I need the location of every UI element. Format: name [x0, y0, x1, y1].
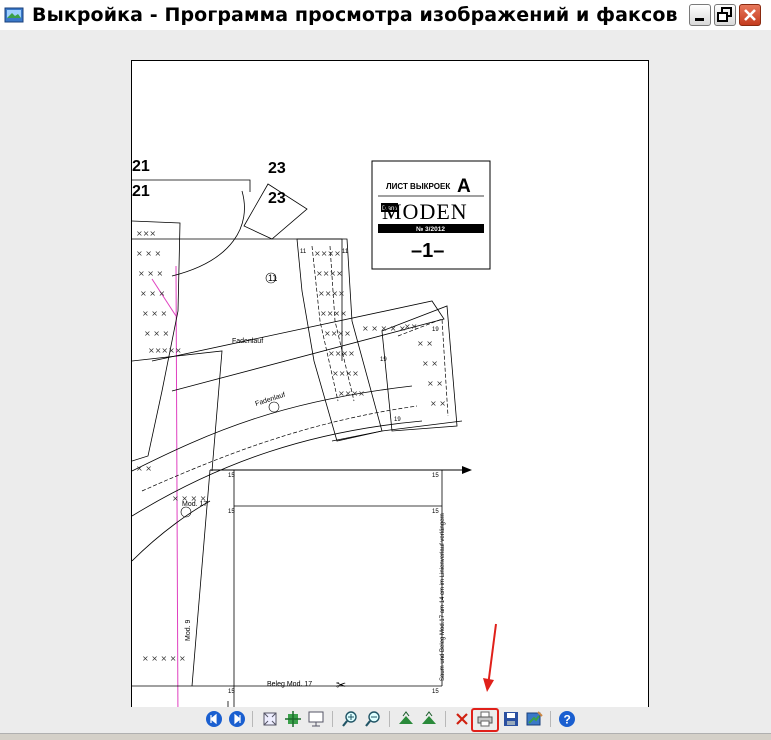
- delete-icon: [456, 713, 468, 725]
- zoom-in-button[interactable]: [341, 710, 359, 728]
- svg-text:× × ×: × × ×: [138, 269, 163, 278]
- marker-circle: [268, 401, 280, 413]
- grainline-label: Fadenlauf: [254, 392, 286, 408]
- svg-text:××××: ××××: [338, 389, 365, 398]
- zoom-in-icon: [342, 711, 357, 727]
- close-icon: [744, 9, 756, 21]
- edit-icon: [526, 711, 543, 726]
- svg-text:× × ×: × × ×: [136, 249, 161, 258]
- minimize-icon: [695, 18, 704, 21]
- instruction-label: Saum und Beleg Mod.17 am 14 cm im Linien…: [440, 513, 446, 681]
- viewer-toolbar: ?: [0, 707, 771, 733]
- svg-text:× × ×: × × ×: [144, 329, 169, 338]
- svg-text:×××: ×××: [136, 229, 156, 238]
- maximize-button[interactable]: [714, 4, 736, 26]
- svg-text:× ×: × ×: [136, 464, 152, 473]
- save-icon: [504, 712, 518, 726]
- previous-image-button[interactable]: [205, 710, 223, 728]
- svg-text:× ×: × ×: [427, 379, 443, 388]
- svg-text:××××: ××××: [314, 249, 341, 258]
- model-label: Mod. 9: [185, 619, 192, 641]
- window-title: Выкройка - Программа просмотра изображен…: [32, 4, 678, 26]
- svg-text:11: 11: [300, 249, 307, 255]
- brand-logo: MODEN: [382, 199, 468, 224]
- sheet-label: ЛИСТ ВЫКРОЕК: [386, 182, 450, 191]
- arrow-right-icon: [229, 711, 245, 727]
- piece-number: 21: [132, 158, 150, 175]
- svg-text:15: 15: [228, 509, 235, 515]
- restore-icon: [717, 7, 732, 22]
- svg-text:× ×: × ×: [417, 339, 433, 348]
- pattern-line: [132, 500, 211, 562]
- image-viewer-app-icon: [4, 7, 24, 23]
- close-button[interactable]: [739, 4, 761, 26]
- next-image-button[interactable]: [228, 710, 246, 728]
- svg-text:××××: ××××: [332, 369, 359, 378]
- svg-text:15: 15: [228, 473, 235, 479]
- sheet-number: –1–: [411, 240, 444, 262]
- pattern-piece: [151, 300, 445, 392]
- printer-icon: [477, 711, 493, 727]
- rotate-counterclockwise-icon: [422, 711, 436, 724]
- svg-text:19: 19: [380, 357, 387, 363]
- svg-text:15: 15: [432, 473, 439, 479]
- piece-number: 23: [268, 190, 286, 207]
- cross-marks: ×××××××××××× ×××××××××××× ×××××××× ×××× …: [136, 229, 446, 663]
- arrow-head: [462, 466, 472, 474]
- svg-text:15: 15: [432, 509, 439, 515]
- svg-text:× × ×: × × ×: [140, 289, 165, 298]
- svg-text:× ×: × ×: [422, 359, 438, 368]
- piece-number: 23: [268, 160, 286, 177]
- grainline-label: Fadenlauf: [232, 338, 263, 345]
- facing-label: Beleg Mod. 17: [267, 681, 312, 688]
- actual-size-button[interactable]: [284, 710, 302, 728]
- help-icon: ?: [559, 711, 575, 727]
- print-button[interactable]: [476, 710, 494, 728]
- pattern-line: [171, 190, 245, 277]
- svg-text:19: 19: [394, 417, 401, 423]
- svg-text:××××: ××××: [324, 329, 351, 338]
- annotation-arrow: [483, 623, 497, 692]
- help-button[interactable]: ?: [558, 710, 576, 728]
- arrow-left-icon: [206, 711, 222, 727]
- edit-button[interactable]: [525, 710, 543, 728]
- svg-text:××××: ××××: [328, 349, 355, 358]
- sheet-title-block: ЛИСТ ВЫКРОЕК A Diana MODEN № 3/2012 –1–: [371, 160, 491, 270]
- svg-text:15: 15: [432, 689, 439, 695]
- issue-number: № 3/2012: [416, 226, 445, 233]
- image-viewport[interactable]: 21 21 23 23 11 ×××× ×××× ×××× ×××× ×××× …: [0, 30, 771, 729]
- zoom-out-button[interactable]: [364, 710, 382, 728]
- svg-text:××××: ××××: [320, 309, 347, 318]
- rotate-clockwise-button[interactable]: [397, 710, 415, 728]
- minimize-button[interactable]: [689, 4, 711, 26]
- sheet-letter: A: [457, 176, 471, 197]
- sewing-pattern-drawing: 21 21 23 23 11 ×××××××××××× ××××××××××××…: [132, 158, 491, 728]
- actual-size-icon: [285, 711, 301, 727]
- rotate-counterclockwise-button[interactable]: [420, 710, 438, 728]
- svg-text:××××: ××××: [316, 269, 343, 278]
- pattern-sheet-image: 21 21 23 23 11 ×××× ×××× ×××× ×××× ×××× …: [131, 60, 649, 729]
- svg-text:19: 19: [432, 327, 439, 333]
- svg-text:××: ××: [404, 322, 417, 331]
- rotate-clockwise-icon: [399, 711, 413, 724]
- delete-button[interactable]: [453, 710, 471, 728]
- best-fit-icon: [263, 712, 277, 726]
- svg-text:× × × × ×: × × × × ×: [362, 324, 406, 333]
- svg-text:× × ×: × × ×: [142, 309, 167, 318]
- svg-text:× ×: × ×: [430, 399, 446, 408]
- best-fit-button[interactable]: [261, 710, 279, 728]
- svg-text:15: 15: [228, 689, 235, 695]
- zoom-out-icon: [365, 711, 380, 727]
- title-bar: Выкройка - Программа просмотра изображен…: [0, 0, 771, 31]
- scissors-icon: ✂: [336, 678, 346, 692]
- slideshow-icon: [308, 711, 324, 727]
- svg-text:× × × × ×: × × × × ×: [142, 654, 186, 663]
- svg-text:11: 11: [342, 249, 349, 255]
- save-button[interactable]: [502, 710, 520, 728]
- slideshow-button[interactable]: [307, 710, 325, 728]
- svg-text:×××××: ×××××: [148, 346, 182, 355]
- svg-text:××××: ××××: [318, 289, 345, 298]
- piece-number: 21: [132, 183, 150, 200]
- svg-text:?: ?: [564, 713, 571, 727]
